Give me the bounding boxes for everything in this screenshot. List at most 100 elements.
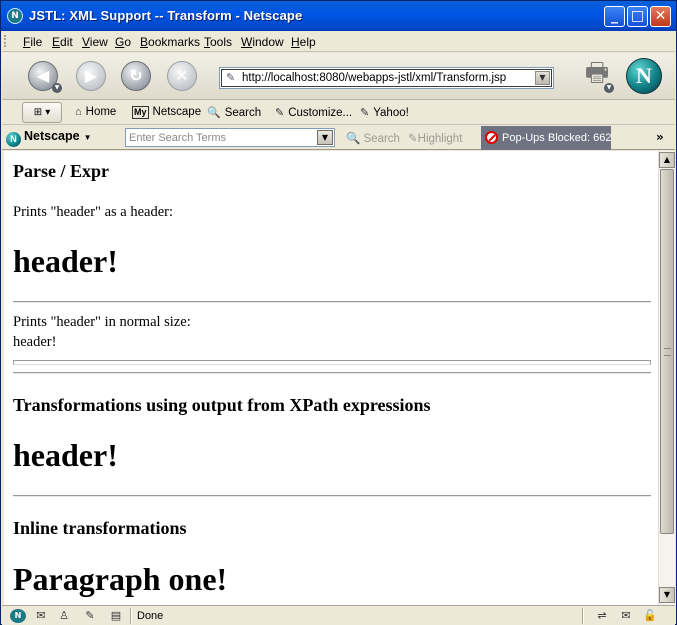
close-icon: ✕ [654, 8, 667, 24]
toolbar-search-button[interactable]: 🔍 Search [346, 131, 400, 145]
customize-button[interactable]: ✎ Customize... [275, 106, 352, 119]
lock-icon[interactable]: 🔓 [642, 609, 658, 623]
menu-tools[interactable]: Tools [204, 35, 232, 49]
maximize-button[interactable]: □ [627, 6, 648, 27]
magnifier-icon: 🔍 [346, 133, 364, 145]
horizontal-rule [13, 495, 651, 497]
menu-label: ools [210, 35, 233, 49]
mail-icon[interactable]: ✉ [33, 609, 49, 623]
popup-blocker-indicator[interactable]: Pop-Ups Blocked: 662 [481, 126, 611, 150]
close-button[interactable]: ✕ [650, 6, 671, 27]
text-prints-header-normal: Prints "header" in normal size: [13, 314, 191, 330]
header-big-1: header! [13, 243, 118, 279]
menu-label: indow [252, 35, 284, 49]
my-netscape-label: Netscape [152, 106, 202, 118]
menu-accesskey: V [82, 35, 90, 49]
scroll-thumb[interactable] [660, 169, 674, 534]
menu-accesskey: H [291, 35, 300, 49]
popup-blocked-count: Pop-Ups Blocked: 662 [502, 132, 612, 144]
toolbar-search-label: Search [363, 133, 400, 145]
composer-icon[interactable]: ✎ [82, 609, 98, 623]
menu-help[interactable]: Help [291, 35, 316, 49]
home-label: Home [85, 106, 117, 118]
reload-button[interactable]: ↻ [121, 61, 151, 91]
menu-file[interactable]: File [23, 35, 42, 49]
vertical-scrollbar[interactable]: ▲ ▼ [658, 151, 675, 605]
bookmark-icon: ✎ [360, 107, 370, 119]
minimize-icon: _ [611, 8, 618, 24]
print-button[interactable]: 🖶 ▼ [580, 57, 614, 93]
status-separator [130, 608, 132, 624]
forward-icon: ▶ [84, 66, 98, 85]
maximize-icon: □ [630, 8, 645, 24]
back-icon: ◀ [36, 66, 50, 85]
menu-bookmarks[interactable]: Bookmarks [140, 35, 200, 49]
search-terms-input[interactable]: Enter Search Terms ▼ [125, 128, 335, 147]
menu-view[interactable]: View [82, 35, 108, 49]
yahoo-label: Yahoo! [373, 107, 409, 119]
menu-bar: File Edit View Go Bookmarks Tools Window… [2, 31, 675, 52]
toolbar-grip[interactable] [4, 35, 12, 47]
address-bar[interactable]: ✎ http://localhost:8080/webapps-jstl/xml… [219, 67, 554, 89]
highlighter-icon: ✎ [408, 133, 418, 145]
highlight-button[interactable]: ✎Highlight [408, 131, 462, 145]
search-dropdown-icon[interactable]: ▼ [317, 130, 333, 145]
horizontal-rule-box [13, 360, 651, 365]
scroll-down-arrow-icon[interactable]: ▼ [659, 587, 675, 603]
personal-toolbar: ⊞ ▾ ⌂ Home My Netscape 🔍 Search ✎ Customize.… [2, 101, 675, 125]
heading-inline-transformations: Inline transformations [13, 518, 187, 538]
netscape-n-icon: N [7, 8, 23, 24]
browser-window: N JSTL: XML Support -- Transform - Netsc… [0, 0, 677, 625]
menu-go[interactable]: Go [115, 35, 131, 49]
netscape-n-icon[interactable]: N [10, 609, 26, 623]
my-netscape-icon: My [132, 106, 149, 119]
back-history-dropdown[interactable]: ▼ [52, 83, 62, 93]
stop-button[interactable]: ✕ [167, 61, 197, 91]
netscape-menu-button[interactable]: N Netscape ▼ [6, 129, 92, 147]
tab-icon: ⊞ ▾ [33, 107, 51, 118]
security-info-icon[interactable]: ✉ [618, 609, 634, 623]
menu-edit[interactable]: Edit [52, 35, 73, 49]
scroll-up-arrow-icon[interactable]: ▲ [659, 152, 675, 168]
search-button[interactable]: 🔍 Search [207, 106, 261, 119]
heading-xpath-transformations: Transformations using output from XPath … [13, 395, 431, 415]
header-big-2: header! [13, 437, 118, 473]
new-tab-button[interactable]: ⊞ ▾ [22, 102, 62, 123]
highlight-label: Highlight [417, 133, 463, 145]
text-header-normal: header! [13, 334, 57, 350]
menu-label: ile [30, 35, 43, 49]
forward-button[interactable]: ▶ [76, 61, 106, 91]
home-button[interactable]: ⌂ Home [75, 106, 116, 118]
customize-label: Customize... [288, 107, 353, 119]
address-book-icon[interactable]: ▤ [108, 609, 124, 623]
page-icon: ✎ [226, 71, 236, 84]
bookmark-icon: ✎ [275, 107, 285, 119]
online-status-icon[interactable]: ⇌ [594, 609, 610, 623]
print-dropdown-icon[interactable]: ▼ [604, 83, 614, 93]
netscape-throbber-icon[interactable]: N [626, 58, 662, 94]
toolbar-overflow-chevron-icon[interactable]: » [656, 130, 664, 144]
menu-window[interactable]: Window [241, 35, 284, 49]
menu-label: dit [60, 35, 73, 49]
title-bar[interactable]: N JSTL: XML Support -- Transform - Netsc… [1, 1, 676, 31]
status-bar: N ✉ ♙ ✎ ▤ Done ⇌ ✉ 🔓 [2, 605, 675, 625]
chevron-down-icon: ▼ [83, 133, 92, 142]
horizontal-rule [13, 372, 651, 374]
magnifier-icon: 🔍 [207, 107, 221, 119]
search-label: Search [224, 107, 262, 119]
menu-label: elp [299, 35, 316, 49]
window-title: JSTL: XML Support -- Transform - Netscap… [29, 8, 303, 23]
url-text[interactable]: http://localhost:8080/webapps-jstl/xml/T… [242, 72, 506, 84]
my-netscape-button[interactable]: My Netscape [132, 106, 201, 119]
netscape-menu-label: Netscape [24, 129, 80, 143]
reload-icon: ↻ [129, 66, 143, 85]
menu-accesskey: E [52, 35, 61, 49]
minimize-button[interactable]: _ [604, 6, 625, 27]
navigation-toolbar: ◀ ▼ ▶ ↻ ✕ ✎ http://localhost:8080/webapp… [2, 53, 675, 100]
url-dropdown-icon[interactable]: ▼ [535, 71, 550, 85]
aim-icon[interactable]: ♙ [56, 609, 72, 623]
status-text: Done [137, 610, 164, 622]
stop-icon: ✕ [175, 66, 189, 85]
yahoo-bookmark[interactable]: ✎ Yahoo! [360, 106, 409, 119]
popup-blocked-icon [485, 131, 498, 144]
